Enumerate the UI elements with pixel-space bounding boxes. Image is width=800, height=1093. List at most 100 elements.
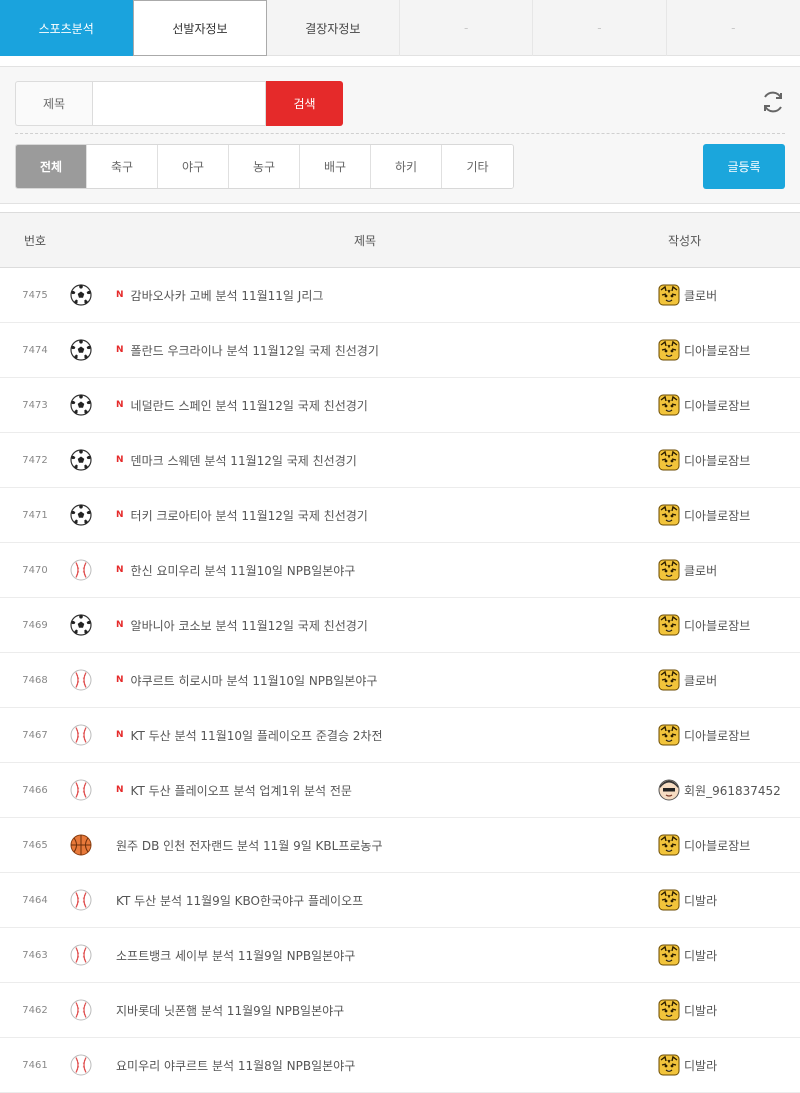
- post-author[interactable]: 디아블로잠브: [658, 394, 800, 416]
- post-title-link[interactable]: 원주 DB 인천 전자랜드 분석 11월 9일 KBL프로농구: [110, 837, 658, 854]
- post-author[interactable]: 클로버: [658, 669, 800, 691]
- post-title-link[interactable]: 요미우리 야쿠르트 분석 11월8일 NPB일본야구: [110, 1057, 658, 1074]
- post-title[interactable]: KT 두산 분석 11월10일 플레이오프 준결승 2차전: [131, 727, 383, 744]
- post-title-link[interactable]: N 터키 크로아티아 분석 11월12일 국제 친선경기: [110, 507, 658, 524]
- post-title-link[interactable]: N KT 두산 플레이오프 분석 업계1위 분석 전문: [110, 782, 658, 799]
- search-field-label[interactable]: 제목: [15, 81, 92, 126]
- post-author[interactable]: 디아블로잠브: [658, 724, 800, 746]
- table-row[interactable]: 7467 N KT 두산 분석 11월10일 플레이오프 준결승 2차전 디아블로잠브: [0, 708, 800, 763]
- author-name[interactable]: 클로버: [684, 287, 717, 304]
- post-title-link[interactable]: N 알바니아 코소보 분석 11월12일 국제 친선경기: [110, 617, 658, 634]
- write-post-button[interactable]: 글등록: [703, 144, 785, 189]
- post-title-link[interactable]: N 감바오사카 고베 분석 11월11일 J리그: [110, 287, 658, 304]
- new-badge: N: [116, 620, 124, 630]
- author-name[interactable]: 디아블로잠브: [684, 837, 750, 854]
- post-author[interactable]: 회원_961837452: [658, 779, 800, 801]
- post-title[interactable]: 원주 DB 인천 전자랜드 분석 11월 9일 KBL프로농구: [116, 837, 383, 854]
- post-title[interactable]: 알바니아 코소보 분석 11월12일 국제 친선경기: [131, 617, 368, 634]
- table-row[interactable]: 7475 N 감바오사카 고베 분석 11월11일 J리그 클로버: [0, 268, 800, 323]
- post-author[interactable]: 디아블로잠브: [658, 339, 800, 361]
- author-name[interactable]: 디발라: [684, 892, 717, 909]
- post-author[interactable]: 디아블로잠브: [658, 614, 800, 636]
- header-title: 제목: [353, 233, 377, 248]
- search-button[interactable]: 검색: [266, 81, 343, 126]
- tab-empty-1[interactable]: -: [400, 0, 534, 56]
- post-title[interactable]: 한신 요미우리 분석 11월10일 NPB일본야구: [131, 562, 356, 579]
- table-row[interactable]: 7464 KT 두산 분석 11월9일 KBO한국야구 플레이오프 디발라: [0, 873, 800, 928]
- table-row[interactable]: 7469 N 알바니아 코소보 분석 11월12일 국제 친선경기 디아블로잠브: [0, 598, 800, 653]
- table-row[interactable]: 7461 요미우리 야쿠르트 분석 11월8일 NPB일본야구 디발라: [0, 1038, 800, 1093]
- post-author[interactable]: 디아블로잠브: [658, 504, 800, 526]
- post-title[interactable]: 지바롯데 닛폰햄 분석 11월9일 NPB일본야구: [116, 1002, 344, 1019]
- post-title[interactable]: 덴마크 스웨덴 분석 11월12일 국제 친선경기: [131, 452, 357, 469]
- post-author[interactable]: 디발라: [658, 999, 800, 1021]
- author-name[interactable]: 클로버: [684, 562, 717, 579]
- post-title-link[interactable]: KT 두산 분석 11월9일 KBO한국야구 플레이오프: [110, 892, 658, 909]
- post-title[interactable]: KT 두산 분석 11월9일 KBO한국야구 플레이오프: [116, 892, 363, 909]
- author-name[interactable]: 디아블로잠브: [684, 507, 750, 524]
- post-number: 7469: [22, 619, 48, 631]
- post-author[interactable]: 디발라: [658, 1054, 800, 1076]
- filter-baseball[interactable]: 야구: [158, 145, 229, 188]
- refresh-icon[interactable]: [758, 87, 788, 117]
- table-row[interactable]: 7472 N 덴마크 스웨덴 분석 11월12일 국제 친선경기 디아블로잠브: [0, 433, 800, 488]
- author-name[interactable]: 클로버: [684, 672, 717, 689]
- post-author[interactable]: 디발라: [658, 944, 800, 966]
- table-row[interactable]: 7465 원주 DB 인천 전자랜드 분석 11월 9일 KBL프로농구 디아블로잠…: [0, 818, 800, 873]
- post-title-link[interactable]: N 한신 요미우리 분석 11월10일 NPB일본야구: [110, 562, 658, 579]
- new-badge: N: [116, 510, 124, 520]
- author-name[interactable]: 디아블로잠브: [684, 452, 750, 469]
- post-title[interactable]: 요미우리 야쿠르트 분석 11월8일 NPB일본야구: [116, 1057, 355, 1074]
- table-row[interactable]: 7471 N 터키 크로아티아 분석 11월12일 국제 친선경기 디아블로잠브: [0, 488, 800, 543]
- tab-empty-3[interactable]: -: [667, 0, 800, 56]
- post-number: 7474: [22, 344, 48, 356]
- post-title-link[interactable]: 지바롯데 닛폰햄 분석 11월9일 NPB일본야구: [110, 1002, 658, 1019]
- post-title[interactable]: 감바오사카 고베 분석 11월11일 J리그: [131, 287, 324, 304]
- table-row[interactable]: 7462 지바롯데 닛폰햄 분석 11월9일 NPB일본야구 디발라: [0, 983, 800, 1038]
- post-title[interactable]: 폴란드 우크라이나 분석 11월12일 국제 친선경기: [131, 342, 379, 359]
- post-title[interactable]: 야쿠르트 히로시마 분석 11월10일 NPB일본야구: [131, 672, 378, 689]
- tab-starting-lineup[interactable]: 선발자정보: [133, 0, 267, 56]
- table-row[interactable]: 7474 N 폴란드 우크라이나 분석 11월12일 국제 친선경기 디아블로잠브: [0, 323, 800, 378]
- post-title[interactable]: 터키 크로아티아 분석 11월12일 국제 친선경기: [131, 507, 368, 524]
- author-name[interactable]: 디발라: [684, 1002, 717, 1019]
- filter-all[interactable]: 전체: [16, 145, 87, 188]
- author-name[interactable]: 디발라: [684, 1057, 717, 1074]
- post-title-link[interactable]: 소프트뱅크 세이부 분석 11월9일 NPB일본야구: [110, 947, 658, 964]
- post-author[interactable]: 디발라: [658, 889, 800, 911]
- table-row[interactable]: 7466 N KT 두산 플레이오프 분석 업계1위 분석 전문 회원_9618374…: [0, 763, 800, 818]
- author-name[interactable]: 회원_961837452: [684, 782, 781, 799]
- author-name[interactable]: 디발라: [684, 947, 717, 964]
- post-title-link[interactable]: N 덴마크 스웨덴 분석 11월12일 국제 친선경기: [110, 452, 658, 469]
- tab-empty-2[interactable]: -: [533, 0, 667, 56]
- post-title-link[interactable]: N 네덜란드 스페인 분석 11월12일 국제 친선경기: [110, 397, 658, 414]
- post-title-link[interactable]: N 폴란드 우크라이나 분석 11월12일 국제 친선경기: [110, 342, 658, 359]
- filter-basketball[interactable]: 농구: [229, 145, 300, 188]
- post-title[interactable]: 소프트뱅크 세이부 분석 11월9일 NPB일본야구: [116, 947, 355, 964]
- filter-other[interactable]: 기타: [442, 145, 513, 188]
- post-author[interactable]: 클로버: [658, 559, 800, 581]
- post-number: 7475: [22, 289, 48, 301]
- filter-hockey[interactable]: 하키: [371, 145, 442, 188]
- post-author[interactable]: 디아블로잠브: [658, 834, 800, 856]
- table-row[interactable]: 7463 소프트뱅크 세이부 분석 11월9일 NPB일본야구 디발라: [0, 928, 800, 983]
- author-name[interactable]: 디아블로잠브: [684, 727, 750, 744]
- tab-injury-info[interactable]: 결장자정보: [267, 0, 400, 56]
- filter-volleyball[interactable]: 배구: [300, 145, 371, 188]
- post-author[interactable]: 디아블로잠브: [658, 449, 800, 471]
- post-author[interactable]: 클로버: [658, 284, 800, 306]
- author-name[interactable]: 디아블로잠브: [684, 342, 750, 359]
- search-input[interactable]: [92, 81, 266, 126]
- author-name[interactable]: 디아블로잠브: [684, 617, 750, 634]
- author-name[interactable]: 디아블로잠브: [684, 397, 750, 414]
- header-author: 작성자: [668, 233, 702, 248]
- table-row[interactable]: 7470 N 한신 요미우리 분석 11월10일 NPB일본야구 클로버: [0, 543, 800, 598]
- filter-soccer[interactable]: 축구: [87, 145, 158, 188]
- post-title[interactable]: 네덜란드 스페인 분석 11월12일 국제 친선경기: [131, 397, 368, 414]
- post-title-link[interactable]: N 야쿠르트 히로시마 분석 11월10일 NPB일본야구: [110, 672, 658, 689]
- tab-sports-analysis[interactable]: 스포츠분석: [0, 0, 134, 56]
- post-title[interactable]: KT 두산 플레이오프 분석 업계1위 분석 전문: [131, 782, 352, 799]
- table-row[interactable]: 7473 N 네덜란드 스페인 분석 11월12일 국제 친선경기 디아블로잠브: [0, 378, 800, 433]
- post-title-link[interactable]: N KT 두산 분석 11월10일 플레이오프 준결승 2차전: [110, 727, 658, 744]
- table-row[interactable]: 7468 N 야쿠르트 히로시마 분석 11월10일 NPB일본야구 클로버: [0, 653, 800, 708]
